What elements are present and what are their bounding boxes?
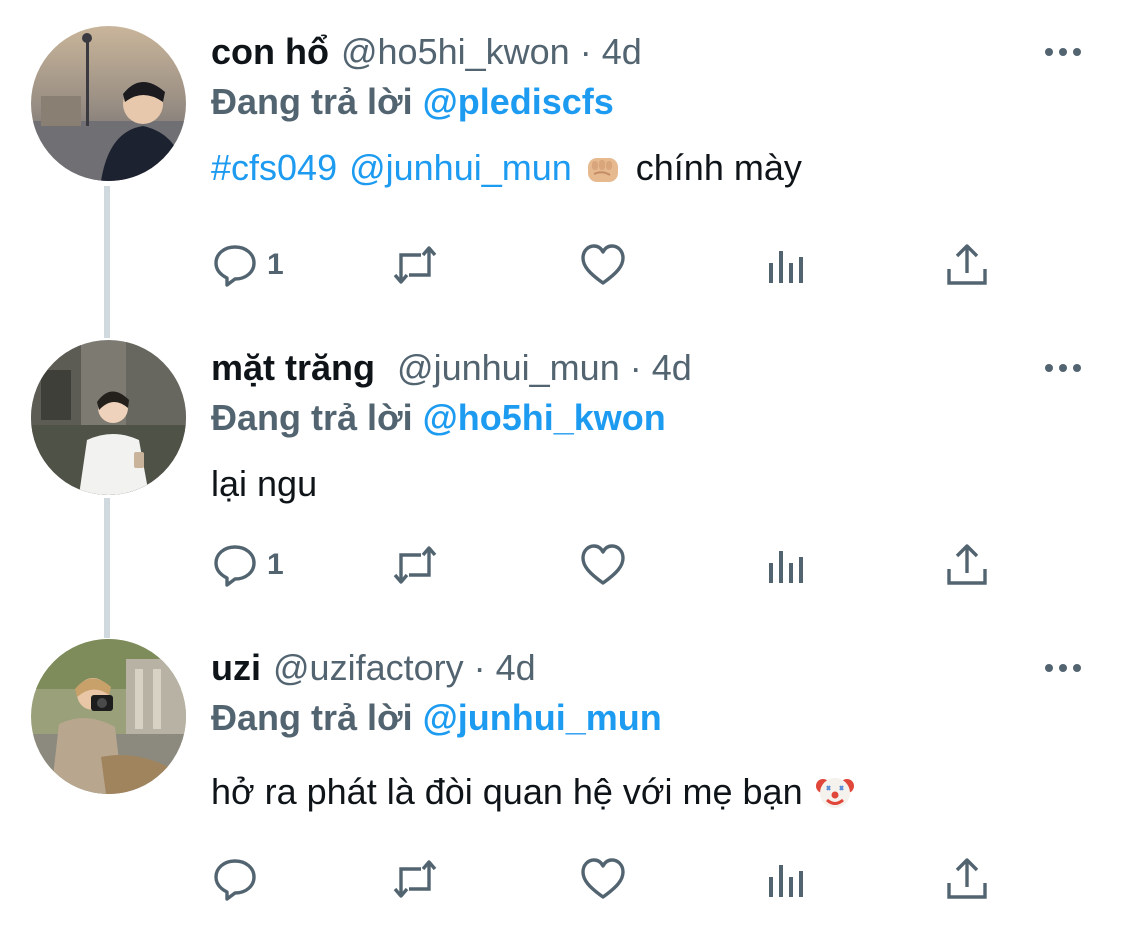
share-button[interactable] — [943, 540, 991, 590]
retweet-icon — [393, 546, 437, 584]
more-options-button[interactable] — [1041, 646, 1085, 690]
views-icon — [769, 251, 803, 283]
replying-to: Đang trả lời @plediscfs — [211, 80, 1085, 124]
avatar[interactable] — [31, 340, 186, 495]
retweet-button[interactable] — [391, 540, 439, 590]
timestamp[interactable]: 4d — [496, 646, 536, 690]
reply-to-mention[interactable]: @junhui_mun — [423, 697, 662, 738]
share-icon — [947, 858, 987, 899]
reply-to-mention[interactable]: @ho5hi_kwon — [423, 397, 666, 438]
more-icon — [1045, 48, 1081, 56]
retweet-icon — [393, 246, 437, 284]
reply-button[interactable]: 1 — [211, 240, 284, 290]
more-options-button[interactable] — [1041, 346, 1085, 390]
reply-icon — [214, 859, 256, 901]
tweet-body-text: hở ra phát là đòi quan hệ với mẹ bạn — [211, 771, 803, 812]
timestamp[interactable]: 4d — [652, 346, 692, 390]
tweet-body-text: chính mày — [635, 147, 802, 188]
retweet-button[interactable] — [391, 854, 439, 904]
like-button[interactable] — [579, 854, 627, 904]
views-button[interactable] — [763, 854, 811, 904]
share-button[interactable] — [943, 854, 991, 904]
replying-to-label: Đang trả lời — [211, 81, 413, 122]
more-options-button[interactable] — [1041, 30, 1085, 74]
tweet[interactable]: mặt trăng @junhui_mun · 4d Đang trả lời … — [0, 320, 1125, 620]
tweet-text: #cfs049 @junhui_mun chính mày — [211, 146, 1085, 190]
tweet-actions — [211, 854, 1011, 904]
display-name[interactable]: con hổ — [211, 30, 329, 74]
views-button[interactable] — [763, 540, 811, 590]
share-button[interactable] — [943, 240, 991, 290]
replying-to-label: Đang trả lời — [211, 397, 413, 438]
more-icon — [1045, 664, 1081, 672]
display-name[interactable]: mặt trăng — [211, 346, 375, 390]
share-icon — [947, 244, 987, 285]
heart-icon — [581, 244, 625, 285]
tweet-text: lại ngu — [211, 462, 1085, 506]
reply-to-mention[interactable]: @plediscfs — [423, 81, 614, 122]
reply-button[interactable]: 1 — [211, 540, 284, 590]
separator-dot: · — [473, 647, 486, 688]
clown-face-emoji — [815, 778, 854, 808]
heart-icon — [581, 858, 625, 899]
separator-dot: · — [579, 31, 592, 72]
reply-count: 1 — [267, 248, 284, 281]
separator-dot: · — [629, 347, 642, 388]
views-icon — [769, 865, 803, 897]
reply-icon — [214, 245, 256, 287]
avatar[interactable] — [31, 26, 186, 181]
views-icon — [769, 551, 803, 583]
retweet-icon — [393, 860, 437, 898]
views-button[interactable] — [763, 240, 811, 290]
tweet-actions: 1 — [211, 540, 1011, 590]
mention-link[interactable]: @junhui_mun — [349, 146, 572, 190]
replying-to-label: Đang trả lời — [211, 697, 413, 738]
tweet[interactable]: con hổ @ho5hi_kwon · 4d Đang trả lời @pl… — [0, 0, 1125, 320]
timestamp[interactable]: 4d — [602, 30, 642, 74]
reply-icon — [214, 545, 256, 587]
pointing-fist-emoji — [587, 158, 618, 182]
avatar[interactable] — [31, 639, 186, 794]
tweet-text: hở ra phát là đòi quan hệ với mẹ bạn — [211, 770, 1085, 814]
more-icon — [1045, 364, 1081, 372]
hashtag-link[interactable]: #cfs049 — [211, 146, 337, 190]
user-handle[interactable]: @junhui_mun — [397, 346, 620, 390]
user-handle[interactable]: @ho5hi_kwon — [341, 30, 570, 74]
replying-to: Đang trả lời @ho5hi_kwon — [211, 396, 1085, 440]
display-name[interactable]: uzi — [211, 646, 261, 690]
tweet-body-text: lại ngu — [211, 463, 318, 504]
tweet[interactable]: uzi @uzifactory · 4d Đang trả lời @junhu… — [0, 620, 1125, 927]
replying-to: Đang trả lời @junhui_mun — [211, 696, 1085, 740]
user-handle[interactable]: @uzifactory — [273, 646, 464, 690]
share-icon — [947, 544, 987, 585]
heart-icon — [581, 544, 625, 585]
tweet-actions: 1 — [211, 240, 1011, 290]
like-button[interactable] — [579, 540, 627, 590]
reply-button[interactable] — [211, 854, 267, 904]
reply-count: 1 — [267, 548, 284, 581]
like-button[interactable] — [579, 240, 627, 290]
retweet-button[interactable] — [391, 240, 439, 290]
